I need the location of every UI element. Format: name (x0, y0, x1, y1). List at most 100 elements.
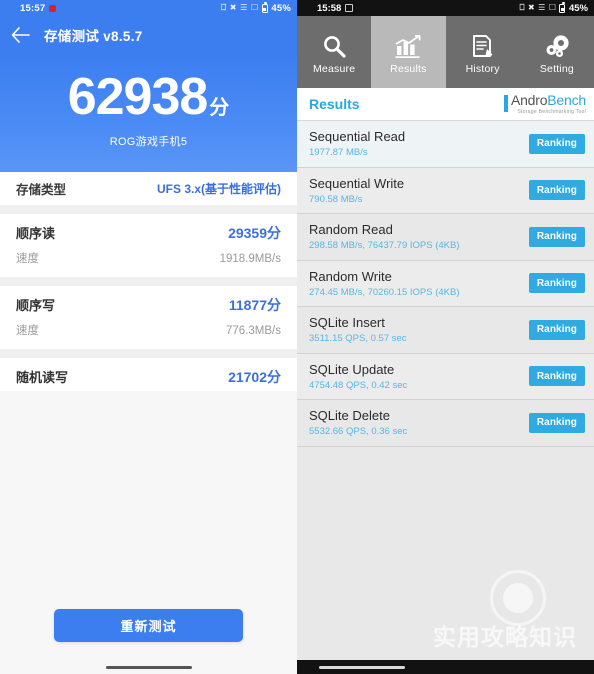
random-rw-label: 随机读写 (16, 370, 69, 385)
screenshot-icon: ⎕ (221, 3, 227, 12)
seq-write-block: 顺序写 11877分 速度 776.3MB/s (0, 286, 297, 349)
logo-tagline: Storage Benchmarking Tool (517, 109, 586, 116)
right-status-right: ⎕ ✖ ☰ ☐ 45% (519, 2, 588, 14)
ranking-button[interactable]: Ranking (528, 319, 585, 340)
result-value: 274.45 MB/s, 70260.15 IOPS (4KB) (309, 286, 460, 298)
section-divider (0, 277, 297, 286)
logo-bench: Bench (547, 91, 586, 108)
battery-icon (559, 2, 566, 13)
battery-percent: 45% (271, 2, 291, 14)
result-value: 790.58 MB/s (309, 193, 363, 205)
seq-read-speed-label: 速度 (16, 253, 39, 265)
result-title: Random Read (309, 222, 393, 238)
sim-icon: ☐ (548, 3, 556, 12)
seq-read-score: 29359分 (228, 225, 281, 241)
result-title: SQLite Update (309, 361, 395, 377)
right-phone-screen: 15:58 ⎕ ✖ ☰ ☐ 45% Measure Results Histor… (297, 0, 594, 674)
logo-wordmark: AndroBench (511, 92, 586, 108)
androbench-logo: AndroBench Storage Benchmarking Tool (503, 92, 586, 116)
ranking-button[interactable]: Ranking (528, 273, 585, 294)
gear-icon (543, 30, 571, 60)
result-title: Random Write (309, 268, 392, 284)
ranking-button[interactable]: Ranking (528, 180, 585, 201)
wifi-icon: ☰ (240, 3, 248, 12)
result-value: 3511.15 QPS, 0.57 sec (309, 333, 407, 345)
battery-percent: 45% (568, 2, 588, 14)
right-status-bar: 15:58 ⎕ ✖ ☰ ☐ 45% (297, 0, 594, 16)
screenshot-icon (345, 4, 354, 12)
section-divider (0, 205, 297, 214)
result-value: 298.58 MB/s, 76437.79 IOPS (4KB) (309, 240, 460, 252)
left-footer: 重新测试 (0, 609, 297, 660)
tab-setting-label: Setting (539, 62, 574, 75)
result-text: SQLite Delete 5532.66 QPS, 0.36 sec (309, 408, 407, 437)
ranking-button[interactable]: Ranking (528, 366, 585, 387)
left-status-right: ⎕ ✖ ☰ ☐ 45% (221, 2, 291, 14)
dual-screenshot-container: 15:57 ⎕ ✖ ☰ ☐ 45% 存储测试 v8.5.7 62938 分 RO… (0, 0, 594, 674)
result-row-sequential-read[interactable]: Sequential Read 1977.87 MB/s Ranking (297, 121, 594, 168)
result-row-sequential-write[interactable]: Sequential Write 790.58 MB/s Ranking (297, 167, 594, 214)
storage-type-label: 存储类型 (16, 183, 67, 197)
seq-read-block: 顺序读 29359分 速度 1918.9MB/s (0, 214, 297, 277)
results-title: Results (309, 96, 360, 112)
seq-write-speed-value: 776.3MB/s (226, 325, 281, 337)
result-text: Random Write 274.45 MB/s, 70260.15 IOPS … (309, 269, 460, 298)
storage-type-value: UFS 3.x(基于性能评估) (156, 182, 281, 196)
random-rw-score: 21702分 (228, 369, 281, 385)
battery-icon (261, 2, 268, 13)
left-empty-space (0, 390, 297, 609)
alarm-icon (49, 4, 57, 12)
random-rw-head: 随机读写 21702分 (16, 367, 281, 387)
result-title: SQLite Delete (309, 408, 390, 424)
tab-results[interactable]: Results (371, 16, 446, 88)
tab-history-label: History (465, 62, 500, 75)
left-status-left: 15:57 (20, 2, 57, 14)
section-divider (0, 349, 297, 358)
score-unit: 分 (209, 97, 230, 119)
retest-button[interactable]: 重新测试 (54, 609, 243, 642)
right-empty-space (297, 446, 594, 660)
result-value: 4754.48 QPS, 0.42 sec (309, 379, 408, 391)
result-row-random-read[interactable]: Random Read 298.58 MB/s, 76437.79 IOPS (… (297, 214, 594, 261)
left-status-bar: 15:57 ⎕ ✖ ☰ ☐ 45% (0, 0, 297, 16)
result-title: Sequential Write (309, 175, 405, 191)
result-text: Sequential Write 790.58 MB/s (309, 176, 404, 205)
home-gesture-pill[interactable] (319, 665, 405, 669)
seq-write-label: 顺序写 (16, 298, 56, 313)
ranking-button[interactable]: Ranking (528, 226, 585, 247)
bottom-tab-bar: Measure Results History Setting (297, 16, 594, 88)
result-row-sqlite-update[interactable]: SQLite Update 4754.48 QPS, 0.42 sec Rank… (297, 353, 594, 400)
seq-write-speed-row: 速度 776.3MB/s (16, 320, 281, 338)
left-system-nav-bar (0, 660, 297, 674)
tab-measure[interactable]: Measure (297, 16, 372, 88)
result-row-sqlite-insert[interactable]: SQLite Insert 3511.15 QPS, 0.57 sec Rank… (297, 307, 594, 354)
results-list: Sequential Read 1977.87 MB/s Ranking Seq… (297, 121, 594, 447)
tab-results-label: Results (390, 62, 427, 75)
score-number: 62938 (67, 68, 209, 126)
seq-write-score: 11877分 (228, 297, 281, 313)
logo-andro: Andro (510, 91, 548, 108)
tab-setting[interactable]: Setting (519, 16, 594, 88)
tab-history[interactable]: History (445, 16, 520, 88)
result-value: 1977.87 MB/s (309, 147, 368, 159)
result-row-sqlite-delete[interactable]: SQLite Delete 5532.66 QPS, 0.36 sec Rank… (297, 400, 594, 447)
status-clock: 15:58 (317, 2, 342, 14)
status-clock: 15:57 (20, 2, 46, 14)
back-arrow-icon[interactable] (10, 25, 30, 45)
ranking-button[interactable]: Ranking (528, 412, 585, 433)
sim-icon: ☐ (251, 3, 259, 12)
result-row-random-write[interactable]: Random Write 274.45 MB/s, 70260.15 IOPS … (297, 260, 594, 307)
screenshot-icon: ⎕ (519, 3, 525, 12)
right-status-left: 15:58 (317, 2, 354, 14)
seq-write-speed-label: 速度 (16, 325, 39, 337)
home-gesture-pill[interactable] (105, 665, 192, 669)
ranking-button[interactable]: Ranking (528, 133, 585, 154)
left-results-body: 存储类型 UFS 3.x(基于性能评估) 顺序读 29359分 速度 1918.… (0, 172, 297, 391)
logo-bar-icon (503, 95, 508, 113)
right-system-nav-bar (297, 660, 594, 674)
chart-icon (394, 30, 422, 60)
result-value: 5532.66 QPS, 0.36 sec (309, 426, 408, 438)
seq-read-speed-row: 速度 1918.9MB/s (16, 248, 281, 266)
seq-read-label: 顺序读 (16, 226, 56, 241)
result-text: SQLite Insert 3511.15 QPS, 0.57 sec (309, 315, 407, 344)
